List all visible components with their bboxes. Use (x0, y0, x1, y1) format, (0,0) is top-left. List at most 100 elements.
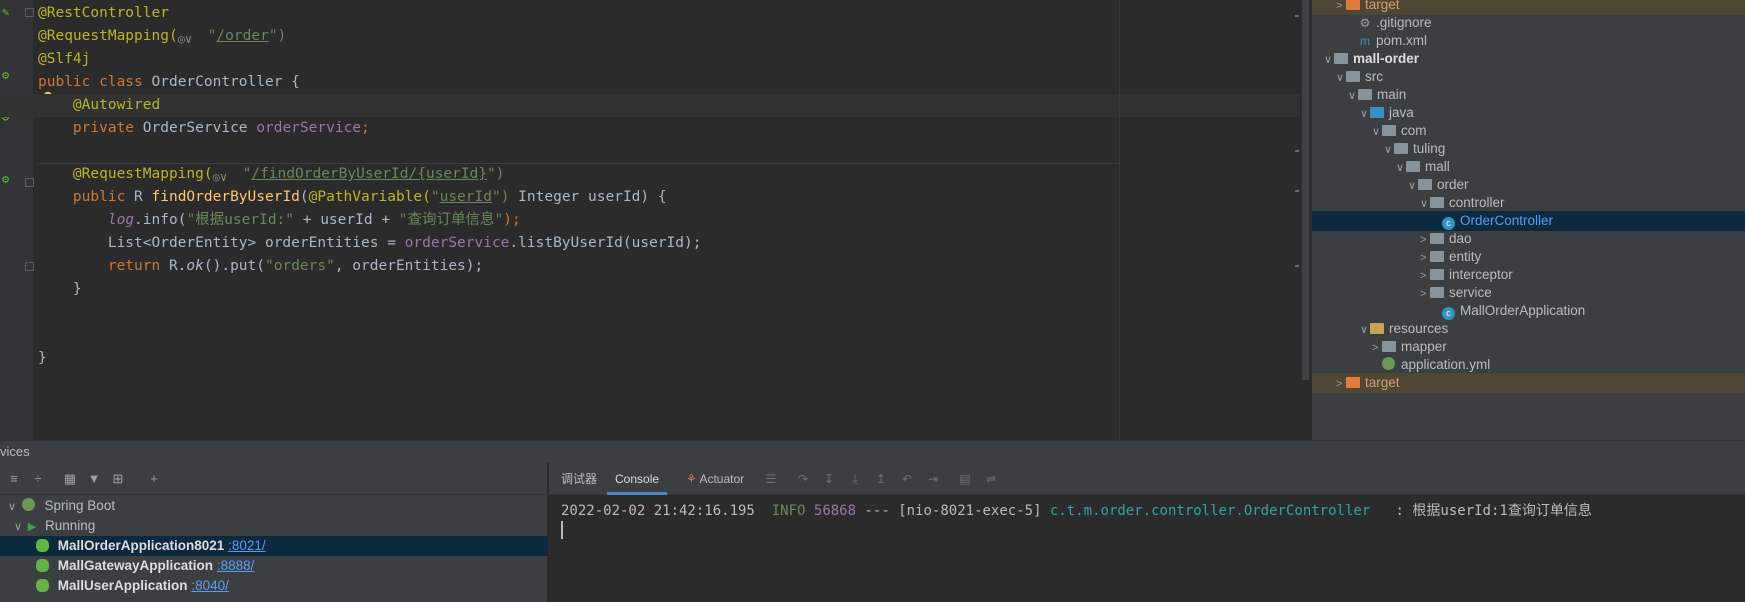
code-line[interactable]: @Autowired (0, 94, 1310, 117)
code-token: R. (168, 258, 187, 274)
app-port-link[interactable]: :8888/ (217, 558, 255, 573)
code-editor[interactable]: ✎ ⚙ ⚙ ⚙ ● @RestController@RequestMapping… (0, 0, 1310, 440)
log-logger: c.t.m.order.controller.OrderController (1049, 503, 1371, 519)
fold-marker[interactable] (25, 178, 34, 187)
tree-item[interactable]: ∨ src (1312, 67, 1745, 87)
scroll-marker[interactable] (1295, 150, 1299, 152)
tree-item-label: entity (1449, 249, 1482, 264)
folder-icon (1346, 377, 1360, 388)
tree-item-label: tuling (1413, 141, 1446, 156)
menu-icon[interactable]: ☰ (763, 471, 779, 487)
debug-icon (36, 539, 49, 552)
code-token: "查询订单信息" (398, 212, 504, 228)
tree-item[interactable]: ∨ order (1312, 175, 1745, 195)
folder-icon (1406, 161, 1420, 172)
tree-item[interactable]: ⚙ .gitignore (1312, 13, 1745, 33)
tree-item[interactable]: > service (1312, 283, 1745, 303)
app-port-link[interactable]: :8040/ (191, 578, 229, 593)
force-step-into-icon[interactable]: ⤓ (847, 471, 863, 487)
add-service-icon[interactable]: + (146, 471, 162, 487)
spring-bean-icon[interactable]: ✎ (2, 5, 16, 19)
scroll-marker[interactable] (1295, 15, 1299, 17)
folder-icon (1430, 287, 1444, 298)
tree-item[interactable]: ∨ main (1312, 85, 1745, 105)
expand-all-icon[interactable]: ≡ (6, 471, 22, 487)
folder-icon (1430, 197, 1444, 208)
tree-item[interactable]: c MallOrderApplication (1312, 301, 1745, 321)
new-tab-icon[interactable]: ⊞ (110, 471, 126, 487)
step-out-icon[interactable]: ↥ (873, 471, 889, 487)
globe-icon[interactable]: ◎∨ (178, 28, 208, 46)
right-margin-guide (1119, 0, 1120, 440)
code-token: , orderEntities); (334, 258, 484, 274)
drop-frame-icon[interactable]: ↶ (899, 471, 915, 487)
evaluate-icon[interactable]: ▤ (957, 471, 973, 487)
service-app-item[interactable]: MallGatewayApplication :8888/ (0, 556, 548, 576)
tree-item[interactable]: ∨ java (1312, 103, 1745, 123)
fold-marker[interactable] (25, 8, 34, 17)
tree-item[interactable]: m pom.xml (1312, 31, 1745, 51)
service-app-item[interactable]: MallUserApplication :8040/ (0, 576, 548, 596)
step-into-icon[interactable]: ↧ (821, 471, 837, 487)
tree-item[interactable]: ∨ resources (1312, 319, 1745, 339)
code-token: R (134, 189, 152, 205)
log-thread: [nio-8021-exec-5] (898, 503, 1042, 519)
code-token: OrderService (142, 120, 257, 136)
tree-item[interactable]: > interceptor (1312, 265, 1745, 285)
app-name: MallGatewayApplication (57, 558, 214, 573)
scroll-marker[interactable] (1295, 190, 1299, 192)
folder-icon (1394, 143, 1408, 154)
editor-scrollbar[interactable] (1300, 0, 1310, 440)
log-timestamp: 2022-02-02 21:42:16.195 (561, 503, 755, 519)
tree-item[interactable]: > target (1312, 373, 1745, 393)
log-line: 2022-02-02 21:42:16.195 INFO 56868 --- [… (561, 500, 1592, 520)
log-level: INFO (771, 503, 806, 519)
code-token: ( (299, 189, 309, 205)
folder-icon (1370, 323, 1384, 334)
tree-item[interactable]: ∨ tuling (1312, 139, 1745, 159)
spring-bean-icon[interactable]: ⚙ (2, 68, 16, 82)
editor-gutter[interactable]: ✎ ⚙ ⚙ ⚙ (0, 0, 34, 440)
group-by-icon[interactable]: ▦ (62, 471, 78, 487)
run-to-cursor-icon[interactable]: ⇥ (925, 471, 941, 487)
tree-item-label: mall-order (1353, 51, 1420, 66)
chevron-right-icon[interactable]: > (1336, 374, 1346, 394)
running-node[interactable]: ∨ ▶ Running (0, 516, 548, 536)
tab-console[interactable]: Console (607, 463, 668, 495)
code-token: OrderController { (151, 74, 300, 90)
collapse-all-icon[interactable]: ÷ (30, 471, 46, 487)
tab-debugger[interactable]: 调试器 (561, 463, 597, 495)
project-tree[interactable]: > target ⚙ .gitignore m pom.xml ∨ mall-order ∨ sr… (1312, 0, 1745, 440)
spring-boot-node[interactable]: ∨ Spring Boot (0, 496, 548, 516)
code-token: ") (491, 189, 510, 205)
tree-item[interactable]: ∨ mall (1312, 157, 1745, 177)
trace-icon[interactable]: ⇌ (983, 471, 999, 487)
console-tabs: 调试器 Console ⚘ Actuator ☰ ↷ ↧ ⤓ ↥ ↶ ⇥ ▤ ⇌ (549, 463, 1745, 495)
globe-icon[interactable]: ◎∨ (213, 166, 243, 184)
service-app-item[interactable]: MallOrderApplication8021 :8021/ (0, 536, 548, 556)
tab-actuator[interactable]: ⚘ Actuator (686, 463, 744, 495)
console-panel[interactable]: 调试器 Console ⚘ Actuator ☰ ↷ ↧ ⤓ ↥ ↶ ⇥ ▤ ⇌… (549, 463, 1745, 602)
tree-item-label: java (1389, 105, 1414, 120)
chevron-down-icon[interactable]: ∨ (14, 517, 24, 537)
tree-item[interactable]: ∨ mall-order (1312, 49, 1745, 69)
tree-item[interactable]: c OrderController (1312, 211, 1745, 231)
fold-marker[interactable] (25, 262, 34, 271)
tree-item-label: target (1365, 375, 1400, 390)
tree-item[interactable]: > dao (1312, 229, 1745, 249)
app-name: MallUserApplication (57, 578, 188, 593)
filter-icon[interactable]: ▼ (86, 471, 102, 487)
services-tree-panel[interactable]: ≡ ÷ ▦ ▼ ⊞ + ∨ Spring Boot ∨ ▶ Running Ma… (0, 463, 548, 602)
step-over-icon[interactable]: ↷ (795, 471, 811, 487)
request-mapping-icon[interactable]: ⚙ (2, 172, 16, 186)
app-port-link[interactable]: :8021/ (228, 538, 266, 553)
scroll-marker[interactable] (1295, 265, 1299, 267)
tree-item[interactable]: ∨ com (1312, 121, 1745, 141)
tree-item[interactable]: application.yml (1312, 355, 1745, 375)
chevron-down-icon[interactable]: ∨ (8, 497, 18, 517)
scroll-thumb[interactable] (1302, 0, 1309, 380)
tree-item[interactable]: > mapper (1312, 337, 1745, 357)
tree-item[interactable]: > entity (1312, 247, 1745, 267)
tree-item[interactable]: ∨ controller (1312, 193, 1745, 213)
